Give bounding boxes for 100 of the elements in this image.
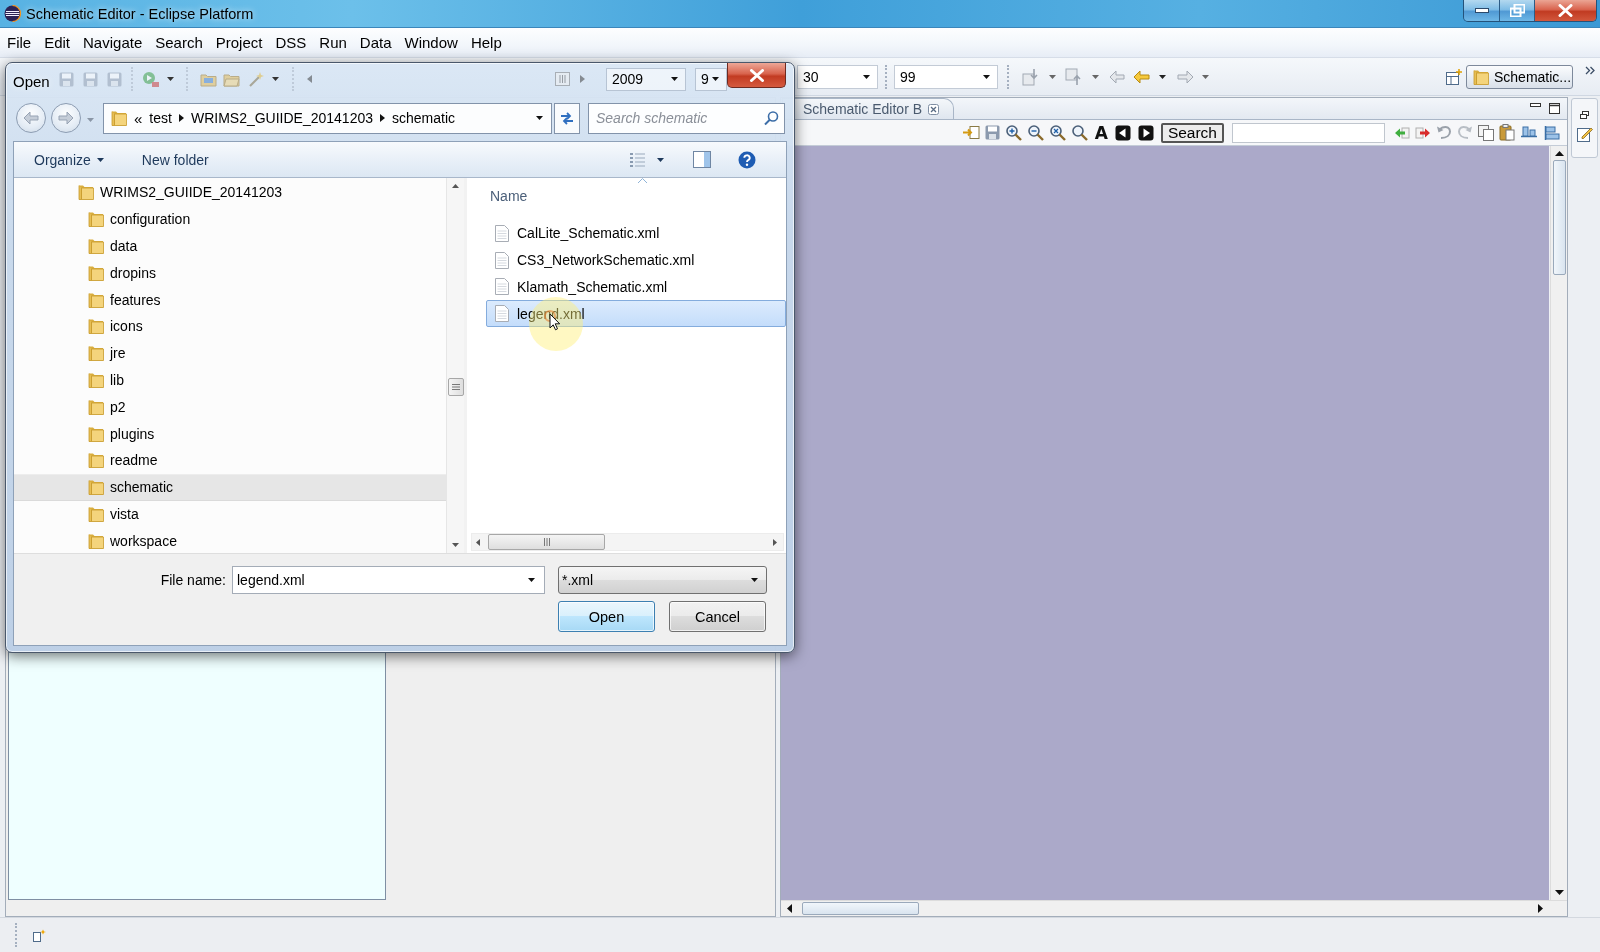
breadcrumb-item[interactable]: test	[145, 110, 176, 126]
window-icon[interactable]	[33, 928, 46, 942]
zoom-out-icon[interactable]	[1026, 124, 1044, 141]
list-item[interactable]: legend.xml	[486, 300, 786, 328]
refresh-button[interactable]	[554, 102, 580, 134]
breadcrumb-item[interactable]: WRIMS2_GUIIDE_20141203	[186, 110, 377, 126]
align-icon[interactable]	[1543, 124, 1561, 141]
breadcrumb-overflow[interactable]: «	[128, 109, 146, 127]
caret-icon[interactable]	[528, 578, 535, 582]
zoom-in-icon[interactable]	[1004, 124, 1022, 141]
caret-icon[interactable]	[751, 578, 758, 582]
restore-icon[interactable]	[1580, 111, 1589, 119]
close-button[interactable]	[1534, 0, 1596, 21]
menu-item[interactable]: Search	[148, 31, 210, 54]
menu-item[interactable]: Edit	[37, 31, 77, 54]
combo-box[interactable]: 99	[894, 64, 998, 89]
menu-item[interactable]: Help	[464, 31, 509, 54]
dialog-button[interactable]: Cancel	[669, 601, 766, 632]
combo-box[interactable]: 9	[695, 67, 727, 91]
caret-icon[interactable]	[671, 77, 678, 81]
search-icon[interactable]	[764, 110, 779, 126]
tree-item[interactable]: vista	[14, 500, 446, 528]
save-icon[interactable]	[984, 125, 1000, 140]
tree-item[interactable]: dropins	[14, 259, 446, 287]
caret-icon[interactable]	[536, 116, 543, 120]
scrollbar[interactable]	[446, 178, 464, 553]
search-field[interactable]: Search schematic	[588, 102, 785, 134]
text-field[interactable]	[1232, 122, 1385, 143]
scrollbar-thumb[interactable]	[447, 378, 464, 396]
perspective-button[interactable]: Schematic...	[1466, 64, 1573, 89]
menu-item[interactable]: Run	[312, 31, 354, 54]
chevron-right-icon[interactable]	[380, 114, 385, 122]
menu-item[interactable]: Window	[398, 31, 465, 54]
scroll-up-icon[interactable]	[452, 184, 459, 188]
list-item[interactable]: Klamath_Schematic.xml	[486, 273, 786, 301]
scroll-down-icon[interactable]	[452, 543, 459, 547]
tree-item[interactable]: configuration	[14, 205, 446, 233]
address-bar[interactable]: « test WRIMS2_GUIIDE_20141203 schematic	[103, 102, 552, 134]
file-name-field[interactable]: legend.xml	[232, 566, 545, 594]
restore-button[interactable]	[1499, 0, 1534, 21]
tree-item[interactable]: p2	[14, 393, 446, 421]
tree-item[interactable]: schematic	[14, 473, 446, 501]
scrollbar[interactable]	[781, 900, 1567, 916]
menu-item[interactable]: Project	[209, 31, 269, 54]
caret-icon[interactable]	[657, 157, 664, 162]
scrollbar-thumb[interactable]	[488, 534, 605, 550]
left-arrow-icon[interactable]	[1133, 68, 1151, 85]
scrollbar-thumb[interactable]	[1552, 160, 1566, 275]
scroll-right-icon[interactable]	[1538, 904, 1543, 913]
view-list-icon[interactable]	[629, 152, 646, 167]
close-icon[interactable]	[928, 103, 940, 115]
tree-item[interactable]: WRIMS2_GUIIDE_20141203	[14, 179, 446, 206]
column-header[interactable]: Name	[467, 178, 786, 214]
close-button[interactable]	[727, 63, 786, 88]
copy-icon[interactable]	[1478, 124, 1494, 141]
tree-item[interactable]: plugins	[14, 420, 446, 447]
scroll-down-icon[interactable]	[1554, 890, 1564, 895]
zoom-fit-icon[interactable]	[1048, 124, 1066, 141]
tree-item[interactable]: jre	[14, 339, 446, 367]
scroll-left-icon[interactable]	[787, 904, 792, 913]
double-chevron-icon[interactable]	[1585, 66, 1595, 75]
scroll-left-icon[interactable]	[476, 538, 480, 546]
maximize-icon[interactable]	[1549, 103, 1560, 114]
menu-item[interactable]: DSS	[268, 31, 313, 54]
tree-item[interactable]: readme	[14, 446, 446, 474]
left-arrow-icon[interactable]	[1394, 125, 1410, 140]
import-icon[interactable]	[961, 125, 980, 140]
caret-icon[interactable]	[96, 157, 104, 162]
scrollbar-thumb[interactable]	[802, 902, 919, 915]
scroll-right-icon[interactable]	[773, 538, 777, 546]
breadcrumb-item[interactable]: schematic	[388, 110, 460, 126]
minimize-button[interactable]	[1464, 0, 1499, 21]
tree-item[interactable]: lib	[14, 366, 446, 394]
scroll-up-icon[interactable]	[1554, 151, 1564, 156]
caret-icon[interactable]	[863, 74, 870, 79]
caret-icon[interactable]	[166, 77, 174, 81]
search-button[interactable]: Search	[1160, 122, 1224, 143]
tree-item[interactable]: icons	[14, 313, 446, 340]
scrollbar[interactable]	[1550, 146, 1567, 900]
combo-box[interactable]: 2009	[606, 67, 686, 91]
window-plus-icon[interactable]	[1446, 68, 1462, 85]
list-item[interactable]: CS3_NetworkSchematic.xml	[486, 246, 786, 274]
toolbar-button[interactable]: New folder	[133, 147, 217, 172]
caret-icon[interactable]	[712, 77, 719, 81]
dialog-button[interactable]: Open	[558, 601, 655, 632]
tree-item[interactable]: data	[14, 232, 446, 260]
menu-item[interactable]: Navigate	[76, 31, 149, 54]
font-button[interactable]: A	[1092, 123, 1110, 142]
combo-box[interactable]: 30	[797, 64, 878, 89]
menu-item[interactable]: Data	[353, 31, 398, 54]
paste-icon[interactable]	[1499, 124, 1515, 141]
right-arrow-icon[interactable]	[1415, 125, 1431, 140]
scrollbar[interactable]	[471, 533, 784, 551]
menu-item[interactable]: File	[0, 31, 38, 54]
tree-item[interactable]: features	[14, 286, 446, 313]
tree-item[interactable]: workspace	[14, 527, 446, 555]
list-item[interactable]: CalLite_Schematic.xml	[486, 220, 786, 247]
edit-icon[interactable]	[1576, 126, 1593, 142]
search-icon[interactable]	[1070, 124, 1088, 141]
chevron-right-icon[interactable]	[178, 114, 184, 122]
